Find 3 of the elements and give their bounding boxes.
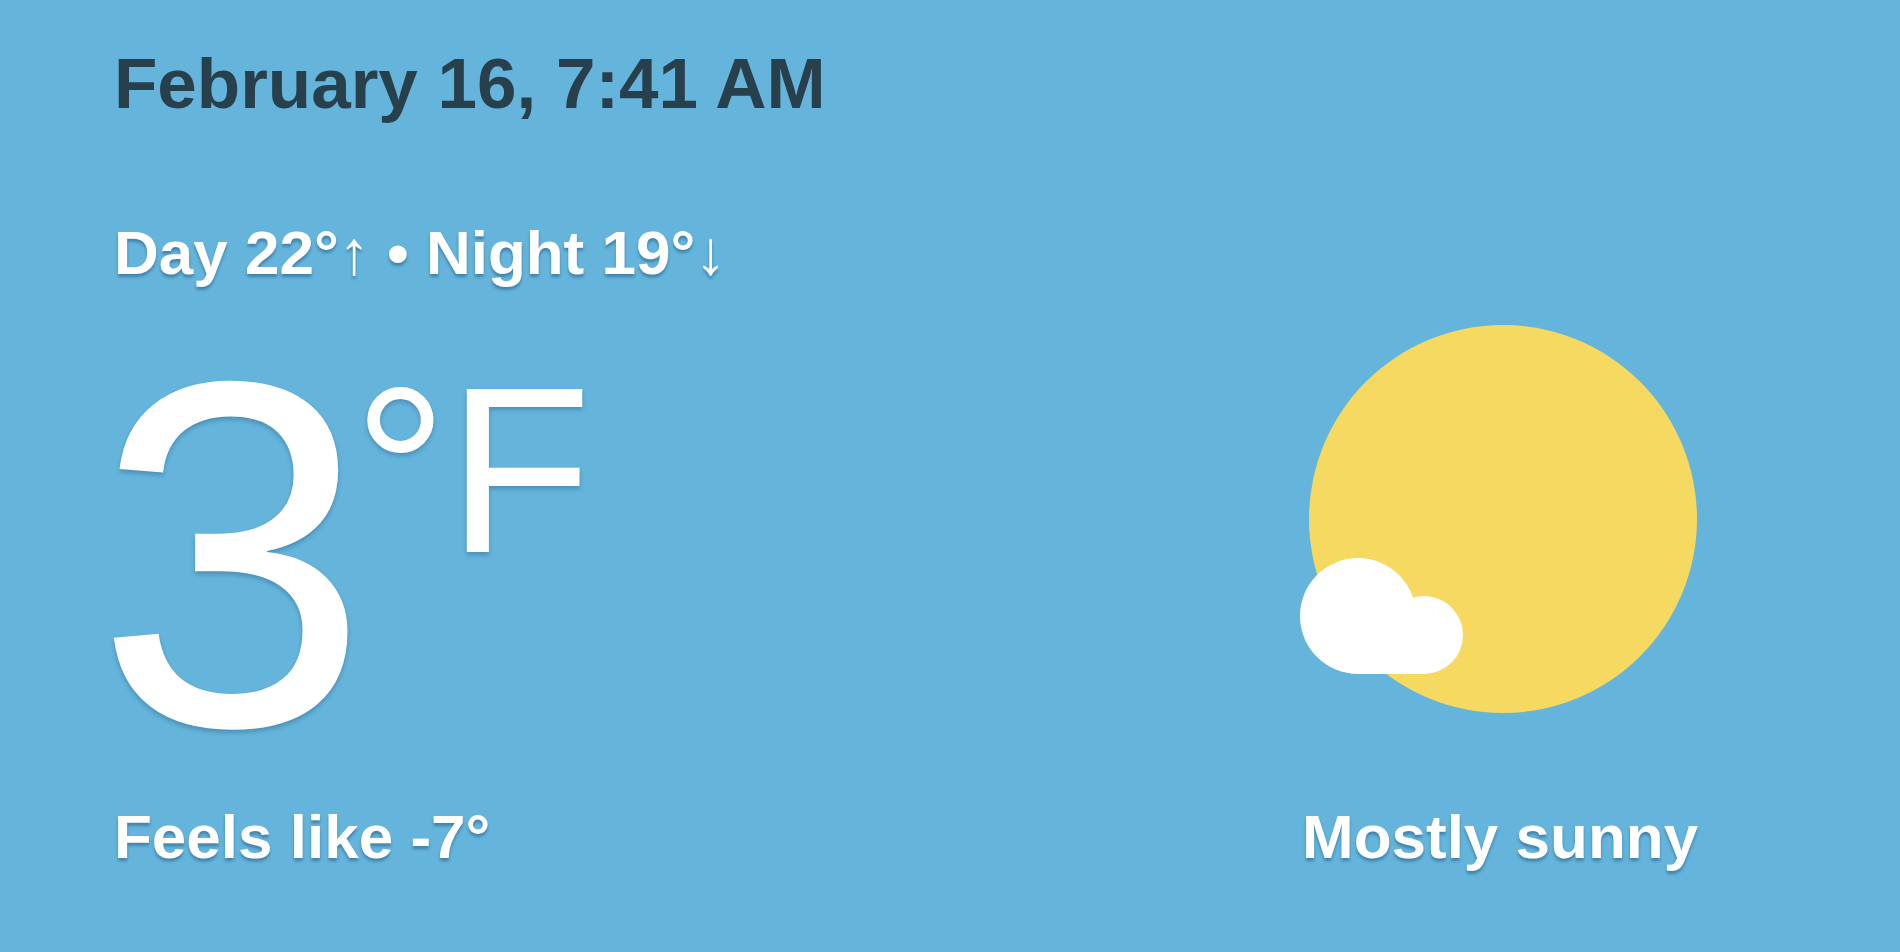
temperature-unit: °F <box>353 352 592 588</box>
sun-with-cloud-icon <box>1300 325 1697 713</box>
feels-like-temperature: Feels like -7° <box>114 806 491 868</box>
